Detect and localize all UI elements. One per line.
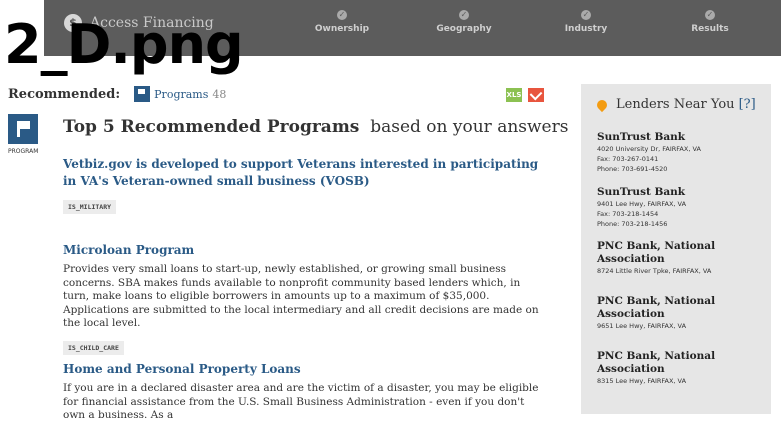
programs-count: 48: [212, 87, 227, 101]
check-icon: ✓: [705, 10, 715, 20]
program-item: Home and Personal Property Loans If you …: [63, 361, 543, 423]
step-results[interactable]: ✓ Results: [670, 10, 750, 34]
flag-icon: [8, 114, 38, 144]
excel-export-icon[interactable]: XLS: [506, 88, 522, 102]
lender-item: PNC Bank, National Association 8724 Litt…: [597, 240, 767, 276]
program-title-link[interactable]: Home and Personal Property Loans: [63, 361, 543, 378]
title-bold: Top 5 Recommended Programs: [63, 117, 360, 137]
step-label: Geography: [436, 24, 492, 34]
program-item: Vetbiz.gov is developed to support Veter…: [63, 156, 543, 214]
location-pin-icon: [594, 97, 610, 112]
page-title: Top 5 Recommended Programs based on your…: [63, 117, 568, 137]
recommended-label: Recommended:: [8, 86, 121, 102]
lender-fax: Fax: 703-267-0141: [597, 155, 659, 163]
lender-phone: Phone: 703-218-1456: [597, 220, 668, 228]
lender-item: SunTrust Bank 4020 University Dr, FAIRFA…: [597, 131, 767, 174]
lender-name[interactable]: PNC Bank, National Association: [597, 350, 767, 376]
program-tag: IS_MILITARY: [63, 200, 117, 214]
email-icon[interactable]: [528, 88, 544, 102]
lender-address: 9651 Lee Hwy, FAIRFAX, VA: [597, 322, 687, 330]
help-link[interactable]: [?]: [739, 97, 756, 112]
filename-watermark: 2_D.png: [4, 13, 244, 76]
step-label: Ownership: [314, 24, 370, 34]
programs-link[interactable]: Programs: [154, 88, 208, 101]
lender-address: 8315 Lee Hwy, FAIRFAX, VA: [597, 377, 687, 385]
program-tag: IS_CHILD_CARE: [63, 340, 124, 355]
lender-name[interactable]: PNC Bank, National Association: [597, 240, 767, 266]
lenders-sidebar: Lenders Near You [?] SunTrust Bank 4020 …: [581, 84, 771, 414]
check-icon: ✓: [459, 10, 469, 20]
lender-address: 4020 University Dr, FAIRFAX, VA: [597, 145, 701, 153]
title-rest: based on your answers: [370, 117, 569, 137]
lender-address: 9401 Lee Hwy, FAIRFAX, VA: [597, 200, 687, 208]
step-ownership[interactable]: ✓ Ownership: [302, 10, 382, 34]
sidebar-header: Lenders Near You [?]: [594, 97, 756, 112]
lender-address: 8724 Little River Tpke, FAIRFAX, VA: [597, 267, 712, 275]
step-industry[interactable]: ✓ Industry: [546, 10, 626, 34]
lender-item: PNC Bank, National Association 9651 Lee …: [597, 295, 767, 331]
step-label: Industry: [564, 24, 608, 34]
lender-name[interactable]: SunTrust Bank: [597, 131, 767, 144]
lender-fax: Fax: 703-218-1454: [597, 210, 659, 218]
lender-item: PNC Bank, National Association 8315 Lee …: [597, 350, 767, 386]
program-item: Microloan Program Provides very small lo…: [63, 242, 543, 355]
program-badge-label: PROGRAM: [8, 148, 39, 155]
lender-phone: Phone: 703-691-4520: [597, 165, 668, 173]
recommended-row: Recommended: Programs 48: [8, 86, 226, 102]
program-flag-icon: [134, 86, 151, 102]
step-label: Results: [691, 24, 729, 34]
lender-name[interactable]: SunTrust Bank: [597, 186, 767, 199]
lender-item: SunTrust Bank 9401 Lee Hwy, FAIRFAX, VA …: [597, 186, 767, 229]
lender-name[interactable]: PNC Bank, National Association: [597, 295, 767, 321]
sidebar-title: Lenders Near You: [616, 97, 735, 112]
check-icon: ✓: [581, 10, 591, 20]
program-title-link[interactable]: Microloan Program: [63, 242, 543, 259]
step-geography[interactable]: ✓ Geography: [424, 10, 504, 34]
check-icon: ✓: [337, 10, 347, 20]
program-description: Provides very small loans to start-up, n…: [63, 263, 539, 329]
program-description: If you are in a declared disaster area a…: [63, 382, 539, 421]
program-title-link[interactable]: Vetbiz.gov is developed to support Veter…: [63, 156, 543, 190]
program-badge: PROGRAM: [8, 114, 38, 155]
